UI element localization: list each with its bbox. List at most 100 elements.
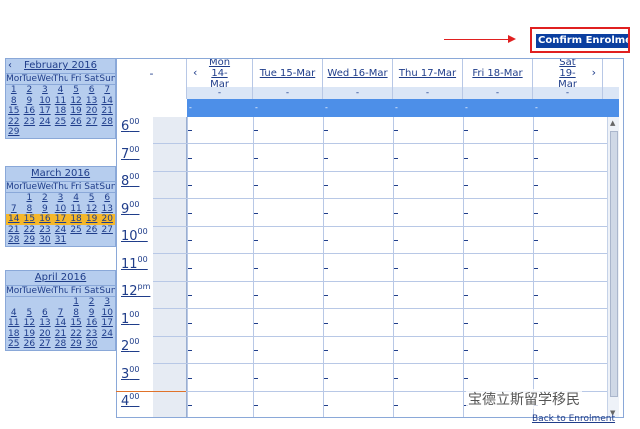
prev-week-icon[interactable]: ‹ [193,67,197,78]
date-cell[interactable]: 29 [22,235,38,246]
date-cell[interactable]: 28 [99,117,115,128]
mini-calendar-title[interactable]: February 2016 [24,60,97,71]
date-cell[interactable]: 26 [68,117,84,128]
date-cell[interactable]: 31 [53,235,69,246]
date-cell[interactable]: 13 [37,318,53,329]
date-cell[interactable]: 16 [22,106,38,117]
date-cell[interactable]: 27 [84,117,100,128]
date-cell[interactable]: 4 [53,85,69,96]
date-cell[interactable]: 29 [6,127,22,138]
date-cell[interactable]: 19 [22,329,38,340]
date-cell[interactable]: 13 [84,96,100,107]
vertical-scrollbar[interactable]: ▲ ▼ [607,117,619,417]
date-cell[interactable]: 18 [53,106,69,117]
day-header-label[interactable]: Fri 18-Mar [472,68,522,79]
date-cell[interactable]: 29 [68,339,84,350]
day-header-label[interactable]: Wed 16-Mar [327,68,387,79]
date-cell[interactable]: 5 [22,308,38,319]
day-header-label[interactable]: Thu 17-Mar [399,68,456,79]
date-cell[interactable]: 9 [37,204,53,215]
date-cell[interactable]: 28 [53,339,69,350]
date-cell[interactable]: 3 [37,85,53,96]
date-cell[interactable]: 7 [6,204,22,215]
date-cell[interactable]: 23 [37,225,53,236]
date-cell[interactable]: 12 [68,96,84,107]
date-cell[interactable]: 11 [6,318,22,329]
day-header[interactable]: Fri 18-Mar [463,59,533,87]
date-cell[interactable]: 14 [99,96,115,107]
date-cell[interactable]: 21 [99,106,115,117]
date-cell[interactable]: 14 [6,214,22,225]
date-cell[interactable]: 1 [68,297,84,308]
next-week-icon[interactable]: › [592,67,596,78]
date-cell[interactable]: 16 [37,214,53,225]
date-cell[interactable]: 25 [6,339,22,350]
date-cell[interactable]: 19 [68,106,84,117]
date-cell[interactable]: 20 [99,214,115,225]
date-cell[interactable]: 9 [22,96,38,107]
all-day-cell[interactable]: - [533,87,603,99]
date-cell[interactable]: 18 [68,214,84,225]
date-cell[interactable]: 8 [68,308,84,319]
date-cell[interactable]: 26 [22,339,38,350]
date-cell[interactable]: 12 [84,204,100,215]
date-cell[interactable]: 5 [68,85,84,96]
mini-calendar-title[interactable]: March 2016 [31,168,90,179]
date-cell[interactable]: 11 [53,96,69,107]
day-header-label[interactable]: Tue 15-Mar [260,68,315,79]
date-cell[interactable]: 27 [99,225,115,236]
date-cell[interactable]: 6 [84,85,100,96]
date-cell[interactable]: 3 [53,193,69,204]
date-cell[interactable]: 18 [6,329,22,340]
date-cell[interactable]: 7 [99,85,115,96]
scroll-thumb[interactable] [610,131,618,397]
date-cell[interactable]: 22 [22,225,38,236]
scroll-up-icon[interactable]: ▲ [610,119,615,127]
date-cell[interactable]: 7 [53,308,69,319]
date-cell[interactable]: 6 [99,193,115,204]
date-cell[interactable]: 10 [99,308,115,319]
date-cell[interactable]: 10 [53,204,69,215]
date-cell[interactable]: 27 [37,339,53,350]
date-cell[interactable]: 2 [84,297,100,308]
date-cell[interactable]: 17 [52,214,69,225]
date-cell[interactable]: 25 [53,117,69,128]
date-cell[interactable]: 2 [22,85,38,96]
day-header[interactable]: Sat 19-Mar › [533,59,603,90]
all-day-cell[interactable]: - [187,87,253,99]
date-cell[interactable]: 17 [99,318,115,329]
date-cell[interactable]: 11 [68,204,84,215]
date-cell[interactable]: 8 [6,96,22,107]
date-cell[interactable]: 22 [68,329,84,340]
date-cell[interactable]: 5 [84,193,100,204]
date-cell[interactable]: 21 [6,225,22,236]
date-cell[interactable]: 20 [84,106,100,117]
date-cell[interactable]: 8 [22,204,38,215]
all-day-cell[interactable]: - [393,87,463,99]
time-grid[interactable]: 600 700 800 900 1000 1100 12pm 100 200 300 400 [117,117,607,417]
date-cell[interactable]: 24 [53,225,69,236]
date-cell[interactable]: 4 [6,308,22,319]
back-to-enrolment-link[interactable]: Back to Enrolment [532,414,615,424]
date-cell[interactable]: 25 [68,225,84,236]
date-cell[interactable]: 23 [84,329,100,340]
date-cell[interactable]: 26 [84,225,100,236]
day-header[interactable]: ‹ Mon 14-Mar [187,59,253,90]
date-cell[interactable]: 30 [37,235,53,246]
date-cell[interactable]: 21 [53,329,69,340]
day-header-label[interactable]: Mon 14-Mar [203,59,237,90]
date-cell[interactable]: 17 [37,106,53,117]
date-cell[interactable]: 28 [6,235,22,246]
date-cell[interactable]: 4 [68,193,84,204]
day-header-label[interactable]: Sat 19-Mar [551,59,585,90]
prev-month-icon[interactable]: ‹ [8,59,12,73]
day-header[interactable]: Wed 16-Mar [323,59,393,87]
date-cell[interactable]: 30 [84,339,100,350]
date-cell[interactable]: 20 [37,329,53,340]
date-cell[interactable]: 1 [22,193,38,204]
date-cell[interactable]: 3 [99,297,115,308]
day-header[interactable]: Thu 17-Mar [393,59,463,87]
confirm-enrolment-button[interactable]: Confirm Enrolme [536,34,628,48]
date-cell[interactable]: 24 [99,329,115,340]
date-cell[interactable]: 15 [21,214,38,225]
